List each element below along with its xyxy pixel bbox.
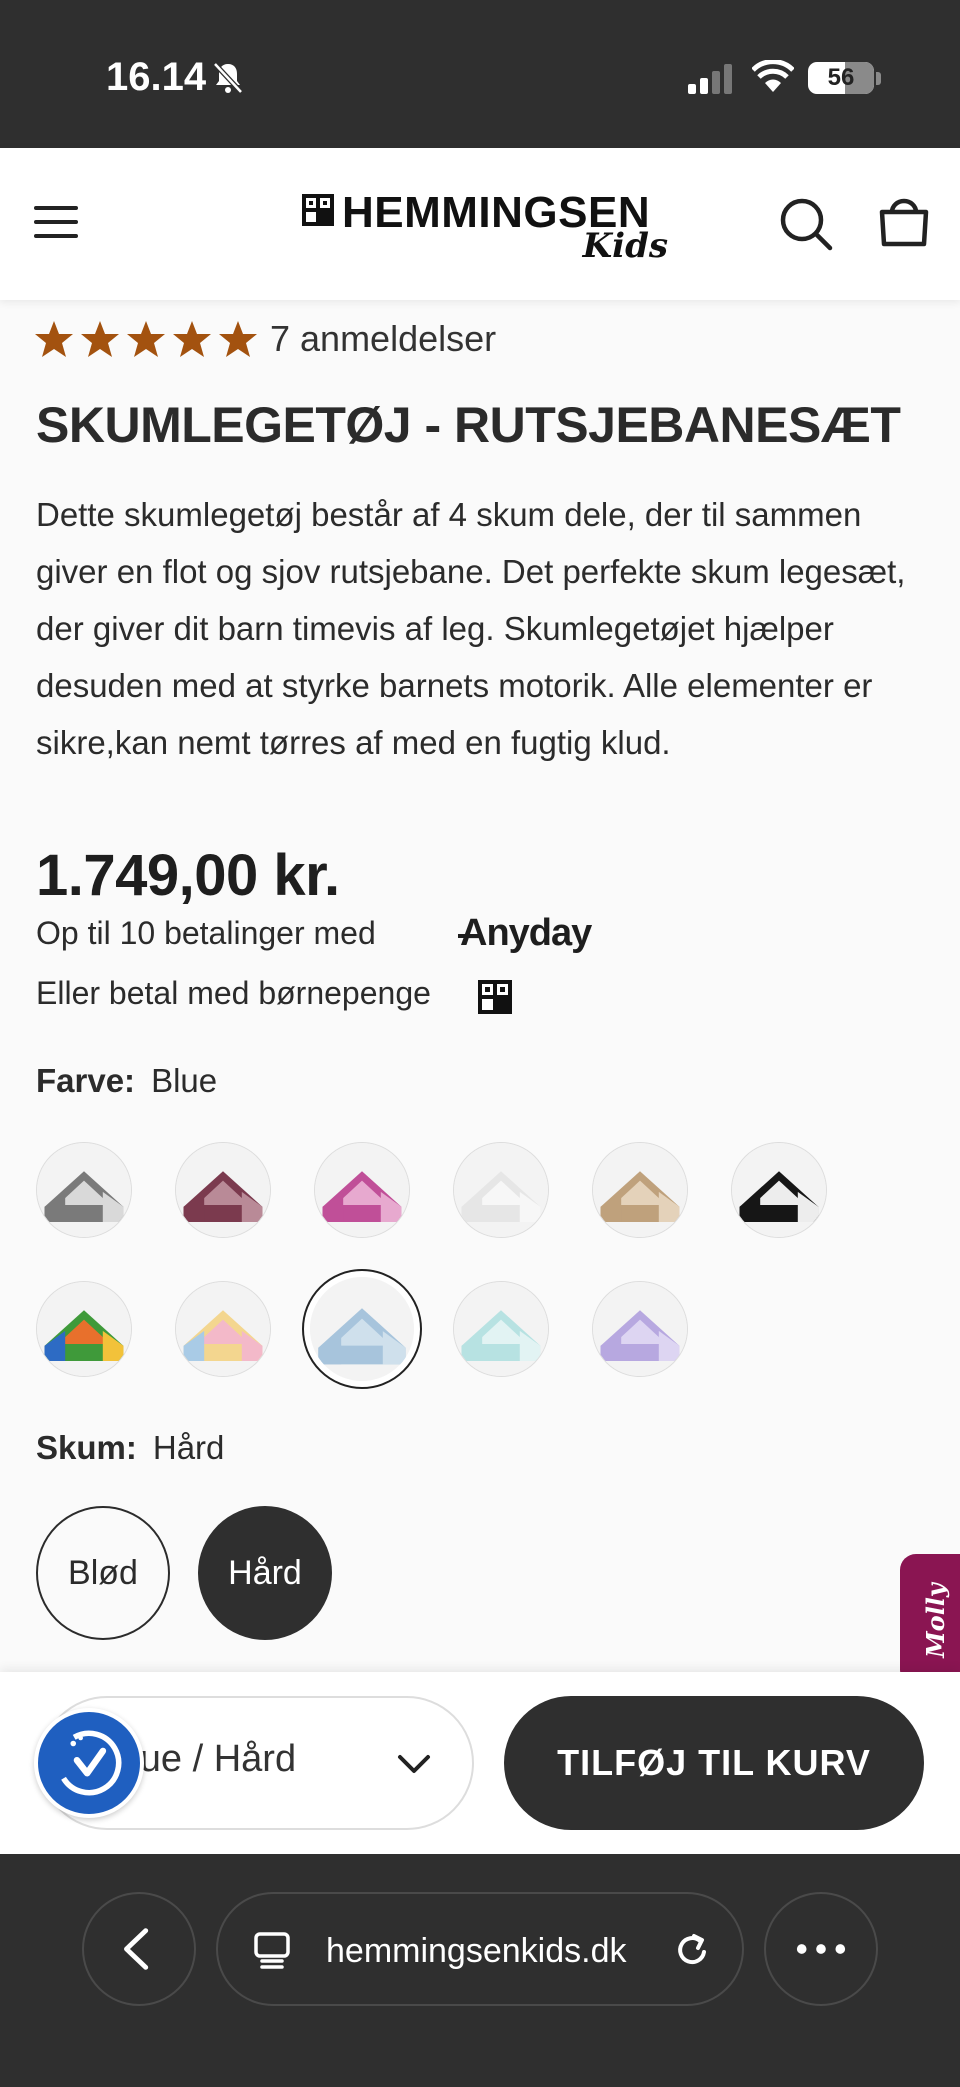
swatch-image <box>176 1282 270 1376</box>
site-header: HEMMINGSEN Kids <box>0 148 960 300</box>
color-value: Blue <box>151 1062 218 1099</box>
color-swatch-black[interactable] <box>731 1142 827 1238</box>
sticky-cart-bar: Blue / Hård TILFØJ TIL KURV <box>0 1672 960 1854</box>
color-swatch-pastel[interactable] <box>175 1281 271 1377</box>
color-label: Farve: <box>36 1062 136 1099</box>
signal-icon <box>688 64 732 94</box>
add-to-cart-button[interactable]: TILFØJ TIL KURV <box>504 1696 924 1830</box>
url-text: hemmingsenkids.dk <box>326 1932 627 1970</box>
star-icon <box>81 321 119 357</box>
swatch-image <box>454 1282 548 1376</box>
childbenefit-text: Eller betal med børnepenge <box>36 975 431 1011</box>
product-price: 1.749,00 kr. <box>36 843 340 908</box>
logo-subtitle: Kids <box>582 226 668 266</box>
swatch-image <box>315 1143 409 1237</box>
trust-badge-icon[interactable] <box>34 1708 144 1818</box>
color-swatch-bordeaux[interactable] <box>175 1142 271 1238</box>
product-title: SKUMLEGETØJ - RUTSJEBANESÆT <box>36 397 901 453</box>
color-swatch-lavender[interactable] <box>592 1281 688 1377</box>
color-swatch-grey-white[interactable] <box>36 1142 132 1238</box>
wifi-icon <box>752 60 794 92</box>
tab-overview-icon <box>254 1932 290 1969</box>
chevron-down-icon <box>398 1755 430 1773</box>
browser-toolbar: hemmingsenkids.dk <box>0 1854 960 2087</box>
star-icon <box>173 321 211 357</box>
swatch-image <box>593 1282 687 1376</box>
shopping-bag-icon[interactable] <box>876 194 932 250</box>
search-icon[interactable] <box>778 196 834 252</box>
foam-option-label: Skum: Hård <box>36 1429 224 1467</box>
color-swatch-blue[interactable] <box>302 1269 422 1389</box>
foam-label: Skum: <box>36 1429 137 1466</box>
foam-hard-button[interactable]: Hård <box>198 1506 332 1640</box>
color-swatch-mint[interactable] <box>453 1281 549 1377</box>
star-icon <box>219 321 257 357</box>
swatch-image <box>593 1143 687 1237</box>
product-description: Dette skumlegetøj består af 4 skum dele,… <box>36 496 906 761</box>
swatch-image <box>732 1143 826 1237</box>
status-time: 16.14 <box>106 55 207 99</box>
address-bar[interactable]: hemmingsenkids.dk <box>216 1892 744 2006</box>
swatch-image <box>37 1282 131 1376</box>
color-option-label: Farve: Blue <box>36 1062 217 1100</box>
color-swatch-beige[interactable] <box>592 1142 688 1238</box>
reload-icon[interactable] <box>670 1928 714 1972</box>
childbenefit-logo-icon <box>478 980 512 1014</box>
color-swatch-multicolor[interactable] <box>36 1281 132 1377</box>
more-dots-icon <box>796 1944 846 1954</box>
molly-chat-tab[interactable]: Molly <box>900 1554 960 1686</box>
menu-icon[interactable] <box>34 204 78 240</box>
battery-indicator: 56 <box>808 62 874 94</box>
anyday-logo[interactable]: Anyday <box>457 912 592 955</box>
review-count: 7 anmeldelser <box>270 318 497 359</box>
status-bar: 16.14 56 <box>0 0 960 148</box>
swatch-image <box>37 1143 131 1237</box>
logo-mark-icon <box>302 194 334 226</box>
foam-value: Hård <box>152 1429 225 1466</box>
color-swatch-pink[interactable] <box>314 1142 410 1238</box>
battery-tip <box>876 72 881 85</box>
chevron-left-icon <box>124 1928 149 1970</box>
site-logo[interactable]: HEMMINGSEN Kids <box>300 188 670 268</box>
swatch-image <box>454 1143 548 1237</box>
swatch-image <box>176 1143 270 1237</box>
more-button[interactable] <box>764 1892 878 2006</box>
color-swatch-white[interactable] <box>453 1142 549 1238</box>
molly-label: Molly <box>920 1582 950 1658</box>
swatch-image <box>310 1277 414 1381</box>
back-button[interactable] <box>82 1892 196 2006</box>
battery-percent: 56 <box>827 64 855 91</box>
installments-text: Op til 10 betalinger med <box>36 915 376 951</box>
star-icon <box>127 321 165 357</box>
foam-soft-button[interactable]: Blød <box>36 1506 170 1640</box>
rating-stars <box>34 319 264 359</box>
star-icon <box>35 321 73 357</box>
product-rating[interactable]: 7 anmeldelser <box>34 314 496 364</box>
bell-muted-icon <box>213 62 243 94</box>
